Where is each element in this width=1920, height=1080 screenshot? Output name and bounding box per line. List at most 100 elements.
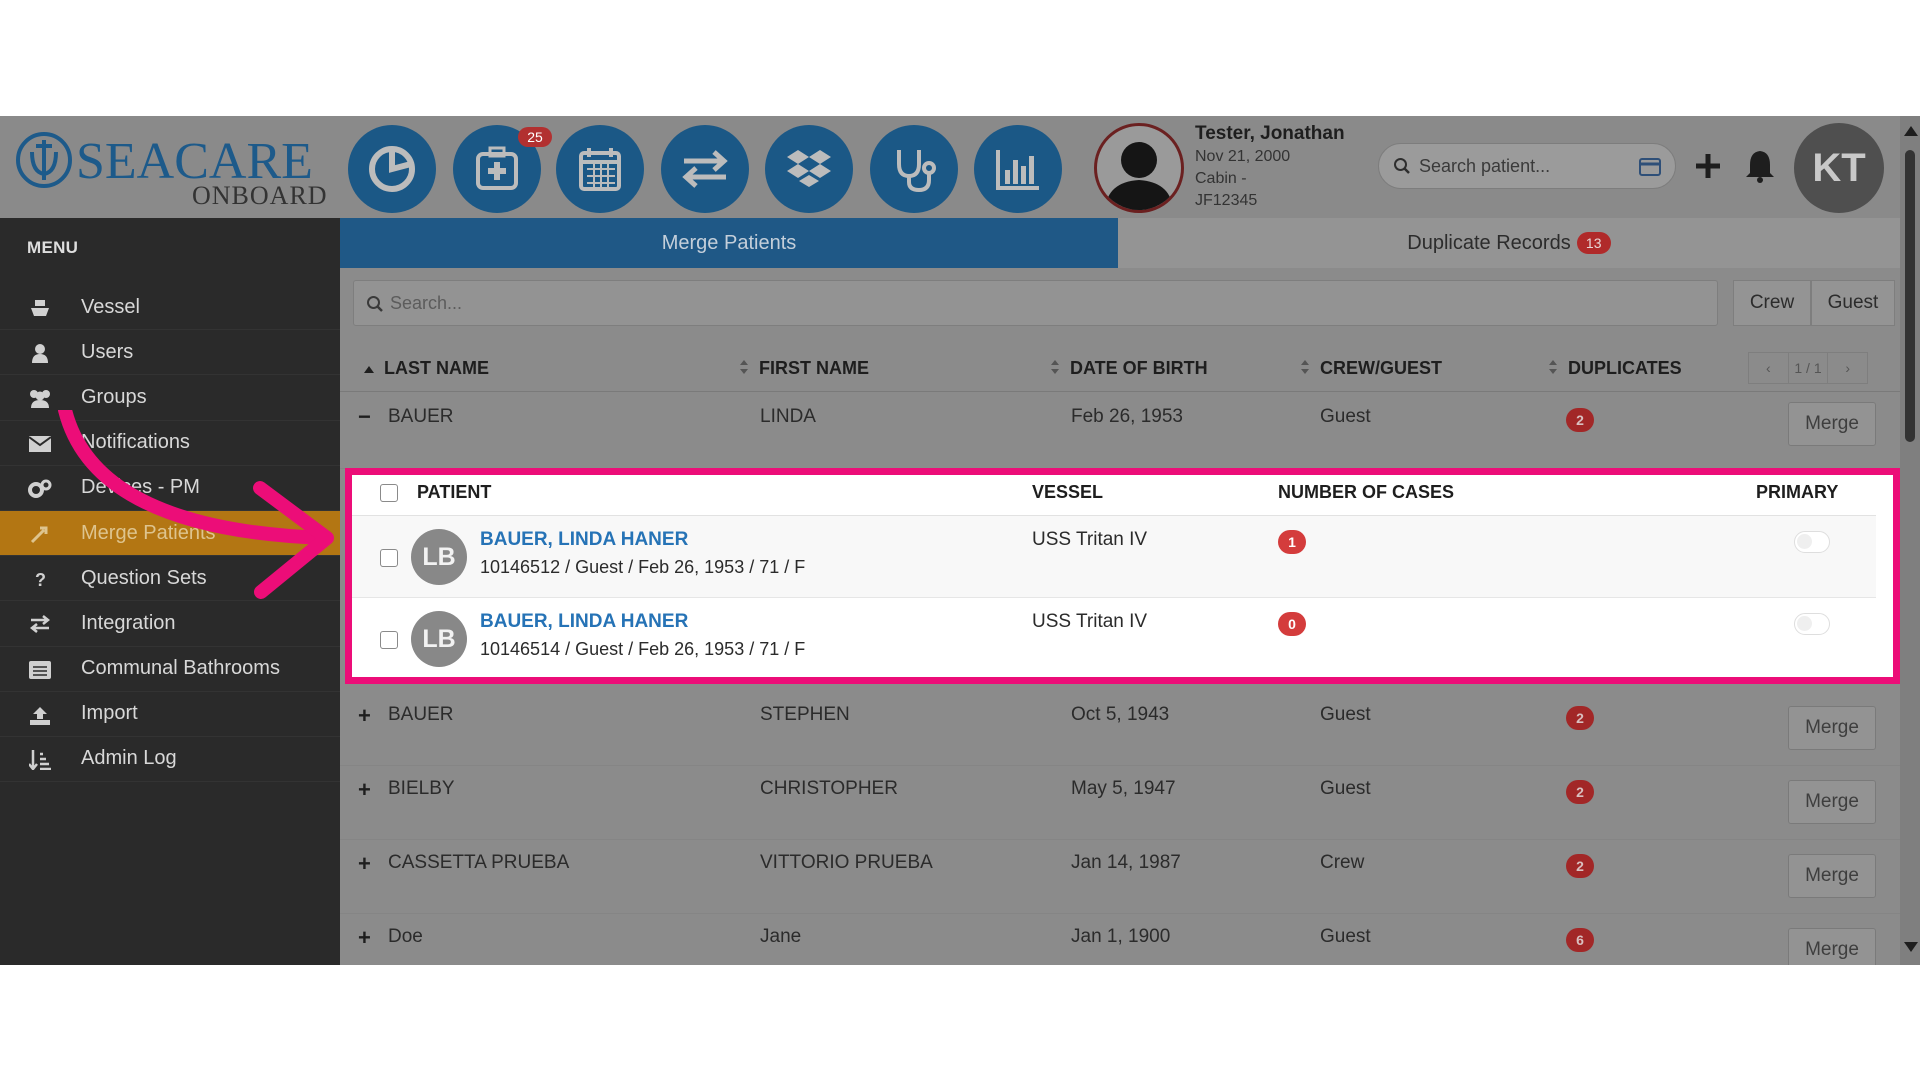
table-row[interactable]: + BAUER STEPHEN Oct 5, 1943 Guest 2 Merg…	[340, 692, 1900, 766]
patient-dob: Nov 21, 2000	[1195, 148, 1291, 165]
sort-icon	[1300, 358, 1310, 379]
duplicates-badge: 6	[1566, 928, 1594, 952]
search-input[interactable]	[390, 289, 1690, 317]
patient-search-box	[1378, 143, 1676, 189]
pagination: ‹ 1 / 1 ›	[1748, 352, 1868, 384]
merge-icon	[28, 523, 52, 545]
cell-dob: Jan 14, 1987	[1071, 852, 1181, 873]
cell-dob: Feb 26, 1953	[1071, 406, 1183, 427]
add-patient-icon[interactable]	[1692, 146, 1724, 186]
sort-amount-icon	[28, 749, 52, 771]
duplicate-count-badge: 13	[1576, 232, 1611, 254]
crew-filter-button[interactable]: Crew	[1733, 280, 1811, 326]
sidebar-item-label: Communal Bathrooms	[81, 657, 280, 680]
prev-page-button[interactable]: ‹	[1749, 353, 1789, 383]
exchange-icon	[28, 613, 52, 635]
col-duplicates-label: DUPLICATES	[1568, 358, 1682, 378]
user-avatar[interactable]: KT	[1794, 123, 1884, 213]
sidebar-item-vessel[interactable]: Vessel	[0, 285, 340, 331]
sort-icon	[739, 358, 749, 379]
scroll-down-icon[interactable]	[1904, 942, 1918, 952]
scroll-up-icon[interactable]	[1904, 126, 1918, 136]
cell-crew-guest: Guest	[1320, 778, 1371, 799]
col-dob-label: DATE OF BIRTH	[1070, 358, 1208, 378]
tab-duplicate-records[interactable]: Duplicate Records 13	[1118, 218, 1900, 268]
question-icon: ?	[28, 568, 52, 590]
table-row[interactable]: + Doe Jane Jan 1, 1900 Guest 6 Merge	[340, 914, 1900, 965]
collapse-toggle[interactable]: −	[358, 404, 371, 430]
patient-name[interactable]: Tester, Jonathan	[1195, 123, 1345, 145]
cell-first-name: VITTORIO PRUEBA	[760, 852, 933, 873]
sidebar-item-label: Integration	[81, 611, 176, 634]
scrollbar[interactable]	[1900, 116, 1920, 965]
sidebar-item-communal-bathrooms[interactable]: Communal Bathrooms	[0, 647, 340, 692]
scroll-thumb[interactable]	[1905, 150, 1915, 442]
duplicates-badge: 2	[1566, 706, 1594, 730]
col-duplicates[interactable]: DUPLICATES	[1548, 358, 1682, 379]
merge-button[interactable]: Merge	[1788, 780, 1876, 824]
next-page-button[interactable]: ›	[1828, 353, 1867, 383]
merge-button[interactable]: Merge	[1788, 402, 1876, 446]
sidebar-item-admin-log[interactable]: Admin Log	[0, 737, 340, 783]
logo-sub-text: ONBOARD	[192, 181, 328, 210]
cell-first-name: CHRISTOPHER	[760, 778, 898, 799]
transfer-arrows-icon[interactable]	[661, 125, 749, 213]
upload-icon	[28, 704, 52, 726]
cell-last-name: BIELBY	[388, 778, 455, 799]
merge-button[interactable]: Merge	[1788, 854, 1876, 898]
col-first-name[interactable]: FIRST NAME	[739, 358, 869, 379]
merge-button[interactable]: Merge	[1788, 706, 1876, 750]
table-header: LAST NAME FIRST NAME DATE OF BIRTH CREW/…	[340, 344, 1900, 392]
seacare-logo[interactable]: SEACARE ONBOARD	[16, 126, 331, 210]
cell-dob: May 5, 1947	[1071, 778, 1176, 799]
bar-chart-icon[interactable]	[974, 125, 1062, 213]
expand-toggle[interactable]: +	[358, 777, 371, 803]
cell-last-name: BAUER	[388, 406, 454, 427]
patient-cabin: Cabin -	[1195, 170, 1247, 187]
sidebar-item-label: Import	[81, 702, 138, 725]
patient-search-input[interactable]	[1419, 152, 1619, 180]
dropbox-icon[interactable]	[765, 125, 853, 213]
expand-toggle[interactable]: +	[358, 851, 371, 877]
table-row[interactable]: + CASSETTA PRUEBA VITTORIO PRUEBA Jan 14…	[340, 840, 1900, 914]
cell-crew-guest: Guest	[1320, 926, 1371, 947]
cell-first-name: STEPHEN	[760, 704, 850, 725]
notification-count-badge: 25	[518, 127, 552, 147]
search-icon	[366, 295, 384, 318]
user-icon	[28, 342, 52, 364]
sidebar-item-users[interactable]: Users	[0, 330, 340, 376]
col-date-of-birth[interactable]: DATE OF BIRTH	[1050, 358, 1208, 379]
col-crew-guest[interactable]: CREW/GUEST	[1300, 358, 1442, 379]
calendar-icon[interactable]	[556, 125, 644, 213]
menu-title: MENU	[27, 238, 79, 257]
patient-id: JF12345	[1195, 192, 1258, 209]
expand-toggle[interactable]: +	[358, 925, 371, 951]
patient-avatar[interactable]	[1094, 123, 1184, 213]
stethoscope-icon[interactable]	[870, 125, 958, 213]
id-card-icon[interactable]	[1639, 158, 1661, 181]
sidebar-item-label: Vessel	[81, 295, 140, 318]
guest-filter-button[interactable]: Guest	[1811, 280, 1895, 326]
col-last-name-label: LAST NAME	[384, 358, 489, 378]
cell-first-name: Jane	[760, 926, 802, 947]
sort-icon	[1548, 358, 1558, 379]
col-last-name[interactable]: LAST NAME	[364, 358, 489, 379]
table-row[interactable]: + BIELBY CHRISTOPHER May 5, 1947 Guest 2…	[340, 766, 1900, 840]
svg-text:?: ?	[35, 570, 46, 589]
table-row[interactable]: − BAUER LINDA Feb 26, 1953 Guest 2 Merge	[340, 392, 1900, 469]
dashboard-pie-icon[interactable]	[348, 125, 436, 213]
search-bar	[353, 280, 1718, 326]
tab-bar: Merge Patients Duplicate Records 13	[340, 218, 1900, 268]
group-icon	[28, 387, 52, 409]
sidebar-item-import[interactable]: Import	[0, 692, 340, 737]
app-header: SEACARE ONBOARD 25 Tester, Jonathan Nov …	[0, 116, 1920, 218]
cell-dob: Oct 5, 1943	[1071, 704, 1170, 725]
bell-icon[interactable]	[1742, 144, 1778, 188]
envelope-icon	[28, 433, 52, 455]
expand-toggle[interactable]: +	[358, 703, 371, 729]
merge-button[interactable]: Merge	[1788, 928, 1876, 965]
col-first-name-label: FIRST NAME	[759, 358, 869, 378]
sidebar-item-label: Admin Log	[81, 747, 177, 770]
tab-merge-patients[interactable]: Merge Patients	[340, 218, 1118, 268]
cell-crew-guest: Guest	[1320, 406, 1371, 427]
